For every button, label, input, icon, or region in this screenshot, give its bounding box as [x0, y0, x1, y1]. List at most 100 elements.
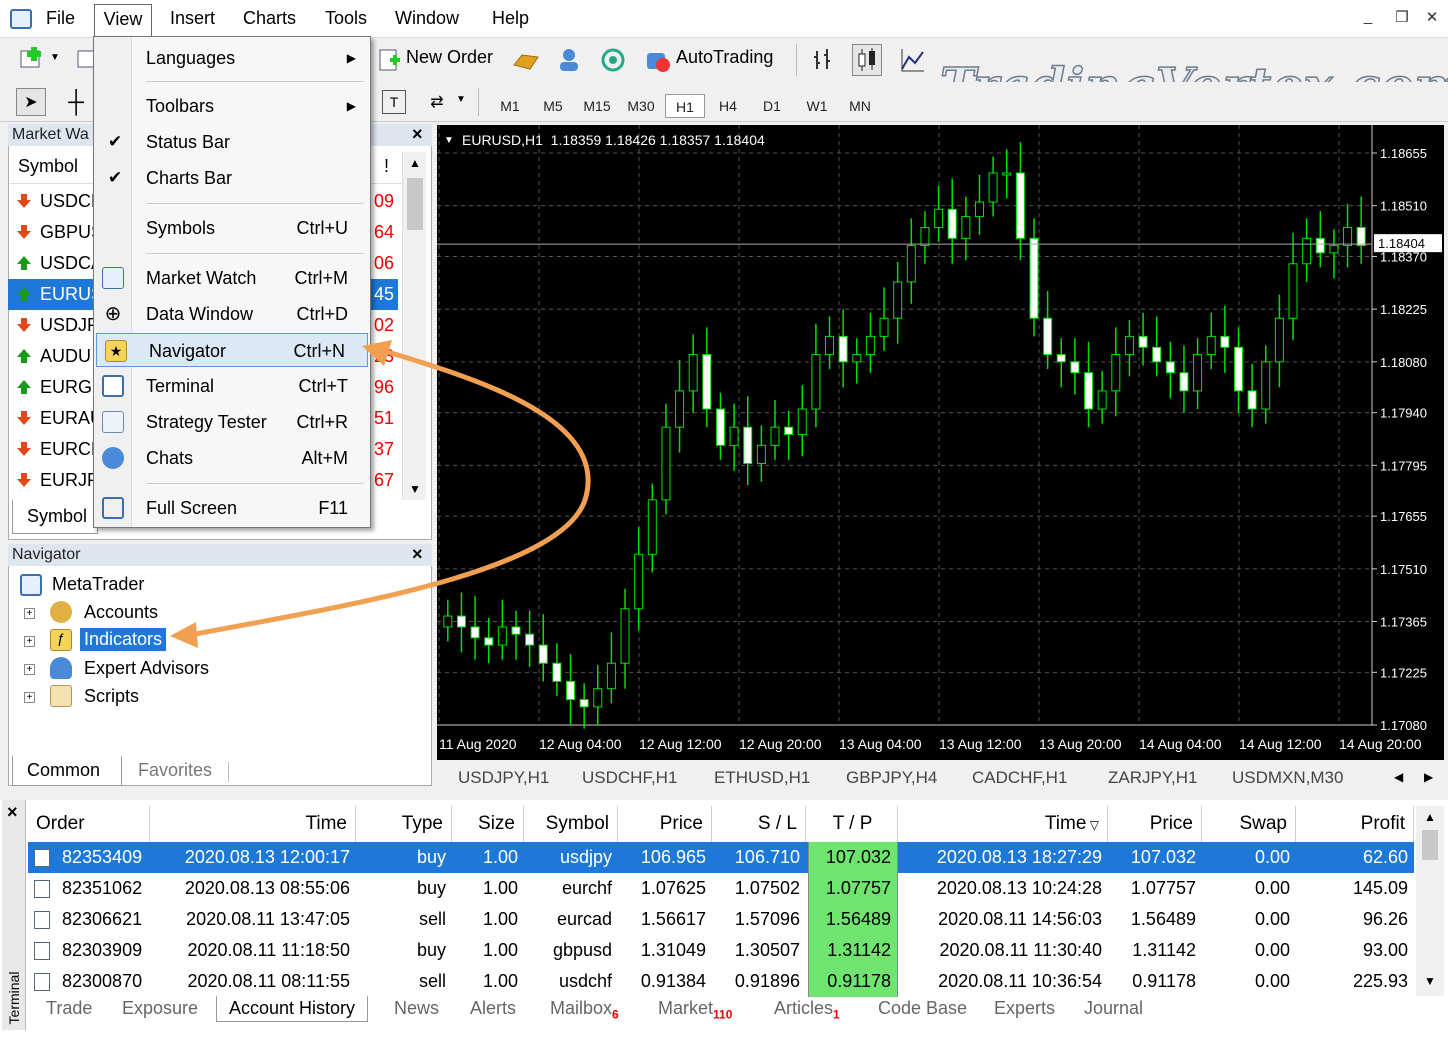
cell: 2020.08.13 12:00:17	[184, 847, 350, 867]
cell: 2020.08.11 13:47:05	[186, 909, 350, 929]
cell: 1.07625	[640, 878, 706, 898]
history-row[interactable]: 82351062 2020.08.13 08:55:06 buy 1.00 eurchf…	[28, 873, 1414, 904]
terminal-tab[interactable]: Articles1	[774, 998, 840, 1022]
cell: buy	[416, 940, 446, 960]
cell: 0.00	[1254, 971, 1290, 991]
column-header[interactable]: Symbol	[526, 806, 618, 842]
terminal-scrollbar[interactable]: ▲ ▼	[1416, 806, 1444, 996]
tab-label: Journal	[1084, 998, 1144, 1018]
cell: 0.91896	[734, 971, 800, 991]
column-header[interactable]: Profit	[1298, 806, 1414, 842]
tab-badge: 6	[612, 1007, 619, 1022]
history-row[interactable]: 82306621 2020.08.11 13:47:05 sell 1.00 eurca…	[28, 904, 1414, 935]
cell: 0.91178	[1132, 971, 1196, 991]
cell: 107.032	[808, 842, 898, 873]
cell: 106.965	[640, 847, 706, 867]
cell: 1.07757	[808, 873, 898, 904]
cell: sell	[418, 909, 446, 929]
terminal-tab[interactable]: Code Base	[878, 998, 967, 1019]
cell: eurchf	[561, 878, 612, 898]
cell: 1.56489	[808, 904, 898, 935]
column-header[interactable]: T / P	[808, 806, 898, 842]
tab-label: Account History	[229, 998, 356, 1018]
column-header[interactable]: Price	[620, 806, 712, 842]
cell: 0.00	[1254, 909, 1290, 929]
cell: 1.07757	[1130, 878, 1196, 898]
tab-label: Exposure	[122, 998, 199, 1018]
history-row[interactable]: 82303909 2020.08.11 11:18:50 buy 1.00 gbpusd…	[28, 935, 1414, 966]
order-icon	[34, 849, 50, 867]
column-header[interactable]: Size	[452, 806, 524, 842]
cell: 1.00	[482, 847, 518, 867]
scroll-down-icon[interactable]: ▼	[1424, 974, 1436, 988]
column-header[interactable]: S / L	[714, 806, 806, 842]
terminal-sidebar: × Terminal	[2, 800, 26, 1030]
column-header[interactable]: Swap	[1204, 806, 1296, 842]
terminal-tab[interactable]: News	[394, 998, 439, 1019]
order-icon	[34, 973, 50, 991]
cell: usdchf	[558, 971, 612, 991]
terminal-tab[interactable]: Journal	[1084, 998, 1143, 1019]
cell: 1.00	[482, 909, 518, 929]
column-header[interactable]: Order	[28, 806, 150, 842]
cell: 2020.08.11 11:18:50	[187, 940, 350, 960]
column-header[interactable]: Type	[358, 806, 452, 842]
scroll-up-icon[interactable]: ▲	[1424, 810, 1436, 824]
cell: 2020.08.11 14:56:03	[938, 909, 1102, 929]
cell: 106.710	[734, 847, 800, 867]
tab-badge: 1	[833, 1007, 840, 1022]
cell: 2020.08.13 08:55:06	[184, 878, 350, 898]
history-row[interactable]: 82300870 2020.08.11 08:11:55 sell 1.00 usdch…	[28, 966, 1414, 997]
cell: 107.032	[1130, 847, 1196, 867]
cell: 62.60	[1362, 847, 1408, 867]
cell: 1.31142	[1132, 940, 1196, 960]
cell: 0.00	[1254, 878, 1290, 898]
history-row[interactable]: 82353409 2020.08.13 12:00:17 buy 1.00 usdjpy…	[28, 842, 1414, 873]
close-icon[interactable]: ×	[7, 802, 18, 823]
tab-label: News	[394, 998, 440, 1018]
terminal-tab[interactable]: Account History	[216, 996, 369, 1022]
tab-badge: 110	[713, 1007, 733, 1022]
column-header[interactable]: Time	[150, 806, 356, 842]
cell: 0.91384	[640, 971, 706, 991]
column-header[interactable]: Time ▽	[898, 806, 1108, 842]
order-icon	[34, 911, 50, 929]
cell: 1.07502	[734, 878, 800, 898]
scroll-thumb[interactable]	[1422, 830, 1438, 860]
cell: eurcad	[556, 909, 612, 929]
terminal-tab[interactable]: Alerts	[470, 998, 516, 1019]
terminal-tab[interactable]: Mailbox6	[550, 998, 619, 1022]
cell: 1.56617	[640, 909, 706, 929]
cell: 1.57096	[734, 909, 800, 929]
column-header[interactable]: Price	[1110, 806, 1202, 842]
cell: 1.00	[482, 940, 518, 960]
cell: 1.31142	[808, 935, 898, 966]
tab-label: Experts	[994, 998, 1056, 1018]
tab-label: Market	[658, 998, 714, 1018]
order-icon	[34, 942, 50, 960]
cell: sell	[418, 971, 446, 991]
cell: 225.93	[1352, 971, 1408, 991]
tab-label: Code Base	[878, 998, 968, 1018]
terminal-tab[interactable]: Market110	[658, 998, 732, 1022]
cell: 2020.08.11 08:11:55	[187, 971, 350, 991]
terminal-tab[interactable]: Exposure	[122, 998, 198, 1019]
order-icon	[34, 880, 50, 898]
cell: 0.91178	[808, 966, 898, 997]
cell: buy	[416, 847, 446, 867]
cell: 2020.08.11 11:30:40	[939, 940, 1102, 960]
cell: 0.00	[1254, 940, 1290, 960]
cell: buy	[416, 878, 446, 898]
tab-label: Alerts	[470, 998, 517, 1018]
cell: 1.00	[482, 971, 518, 991]
tab-label: Mailbox	[550, 998, 613, 1018]
cell: 145.09	[1352, 878, 1408, 898]
cell: 96.26	[1362, 909, 1408, 929]
cell: 2020.08.11 10:36:54	[938, 971, 1102, 991]
terminal-tab[interactable]: Experts	[994, 998, 1055, 1019]
terminal-tab[interactable]: Trade	[46, 998, 92, 1019]
cell: 1.31049	[640, 940, 706, 960]
cell: usdjpy	[559, 847, 612, 867]
terminal-side-label: Terminal	[6, 971, 22, 1025]
sort-icon: ▽	[1086, 818, 1099, 832]
